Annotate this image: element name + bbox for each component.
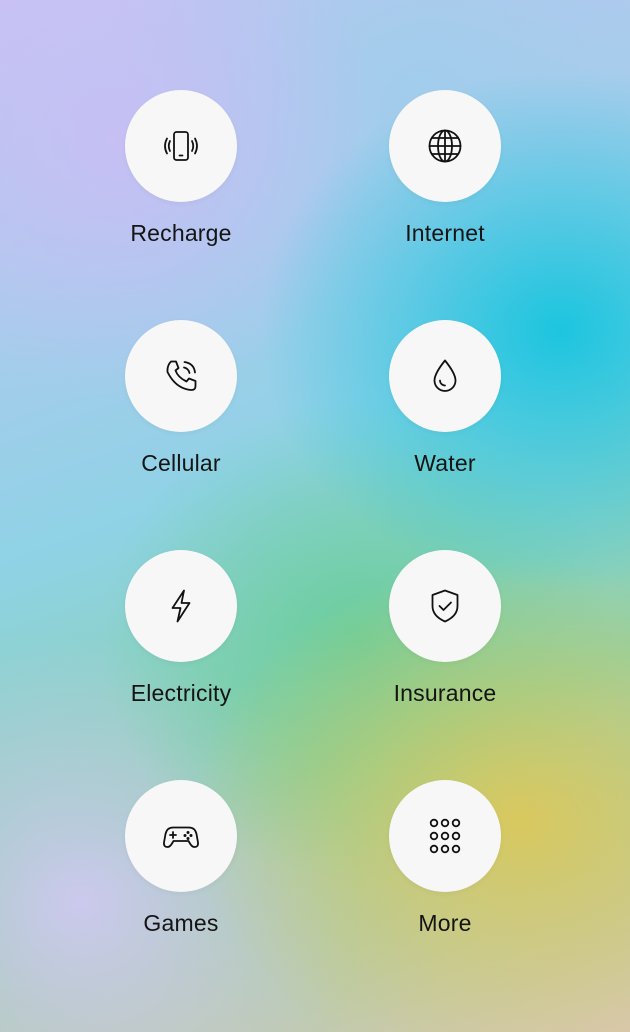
service-electricity[interactable]: Electricity	[91, 550, 271, 730]
grid-dots-icon	[429, 818, 461, 854]
service-label-cellular: Cellular	[141, 450, 221, 476]
shield-check-icon	[431, 589, 459, 623]
phone-vibrate-icon	[164, 131, 198, 161]
service-label-games: Games	[143, 910, 219, 936]
service-cellular[interactable]: Cellular	[91, 320, 271, 500]
recharge-icon-circle[interactable]	[125, 90, 237, 202]
phone-call-icon	[166, 360, 197, 391]
internet-icon-circle[interactable]	[389, 90, 501, 202]
service-label-internet: Internet	[405, 220, 485, 246]
electricity-icon-circle[interactable]	[125, 550, 237, 662]
games-icon-circle[interactable]	[125, 780, 237, 892]
service-recharge[interactable]: Recharge	[91, 90, 271, 270]
service-label-insurance: Insurance	[393, 680, 497, 706]
service-internet[interactable]: Internet	[355, 90, 535, 270]
service-more[interactable]: More	[355, 780, 535, 960]
insurance-icon-circle[interactable]	[389, 550, 501, 662]
water-drop-icon	[433, 359, 457, 392]
service-label-recharge: Recharge	[130, 220, 232, 246]
more-icon-circle[interactable]	[389, 780, 501, 892]
globe-icon	[428, 129, 462, 163]
service-label-electricity: Electricity	[130, 680, 232, 706]
service-label-more: More	[418, 910, 472, 936]
service-insurance[interactable]: Insurance	[355, 550, 535, 730]
lightning-bolt-icon	[171, 589, 191, 623]
water-icon-circle[interactable]	[389, 320, 501, 432]
gamepad-icon	[163, 826, 199, 848]
cellular-icon-circle[interactable]	[125, 320, 237, 432]
service-label-water: Water	[414, 450, 476, 476]
service-games[interactable]: Games	[91, 780, 271, 960]
service-water[interactable]: Water	[355, 320, 535, 500]
